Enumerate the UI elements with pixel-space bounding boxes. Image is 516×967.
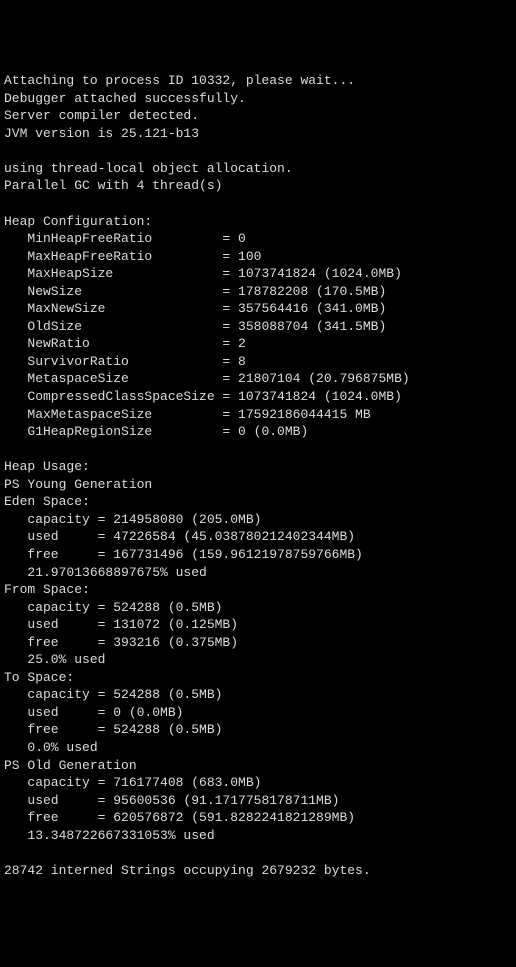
terminal-output: Attaching to process ID 10332, please wa… [4,72,512,879]
